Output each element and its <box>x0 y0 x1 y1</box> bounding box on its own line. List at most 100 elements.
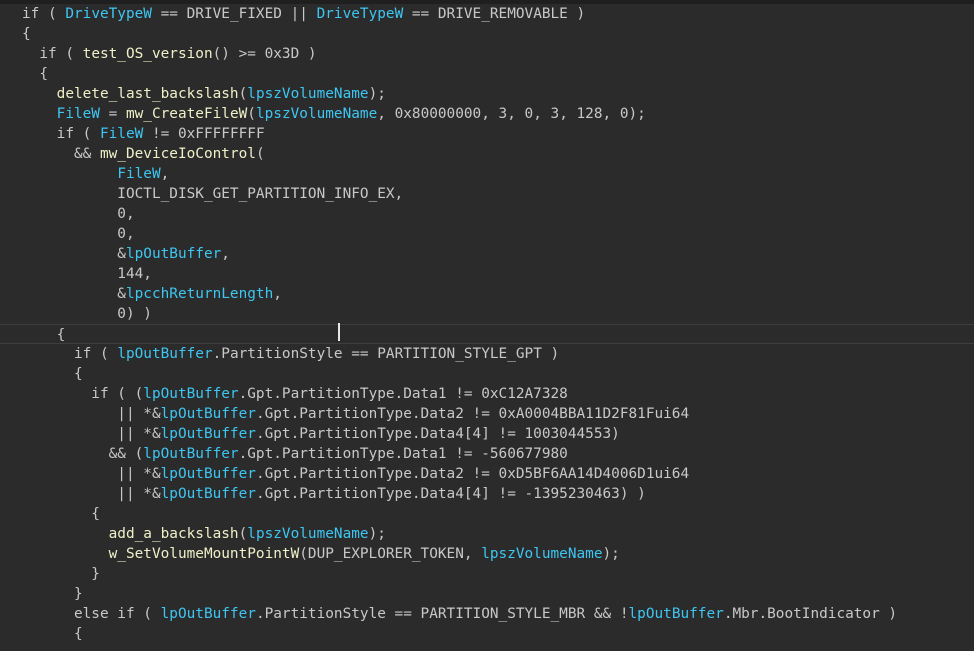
code-text: 144, <box>22 266 152 282</box>
code-text: 0, <box>22 206 135 222</box>
code-text: ); <box>368 86 386 102</box>
code-text: { <box>22 626 83 642</box>
code-line[interactable]: { <box>0 324 974 344</box>
code-line[interactable]: 0) ) <box>0 304 974 324</box>
code-text: { <box>22 26 31 42</box>
code-text: & <box>22 286 126 302</box>
code-text: || *& <box>22 466 161 482</box>
code-line[interactable]: && mw_DeviceIoControl( <box>0 144 974 164</box>
code-line[interactable]: if ( FileW != 0xFFFFFFFF <box>0 124 974 144</box>
identifier-token: FileW <box>56 106 100 122</box>
code-line[interactable]: if ( test_OS_version() >= 0x3D ) <box>0 44 974 64</box>
identifier-token: lpszVolumeName <box>247 86 369 102</box>
identifier-token: lpszVolumeName <box>481 546 603 562</box>
code-line[interactable]: 144, <box>0 264 974 284</box>
code-line[interactable]: && (lpOutBuffer.Gpt.PartitionType.Data1 … <box>0 444 974 464</box>
code-line[interactable]: &lpcchReturnLength, <box>0 284 974 304</box>
code-line[interactable]: || *&lpOutBuffer.Gpt.PartitionType.Data4… <box>0 424 974 444</box>
code-line[interactable]: 0, <box>0 224 974 244</box>
code-text: = <box>99 106 126 122</box>
code-line[interactable]: FileW = mw_CreateFileW(lpszVolumeName, 0… <box>0 104 974 124</box>
code-line[interactable]: add_a_backslash(lpszVolumeName); <box>0 524 974 544</box>
code-text: .Gpt.PartitionType.Data4[4] != -13952304… <box>255 486 646 502</box>
identifier-token: lpOutBuffer <box>160 406 256 422</box>
identifier-token: FileW <box>117 166 161 182</box>
code-line[interactable]: || *&lpOutBuffer.Gpt.PartitionType.Data4… <box>0 484 974 504</box>
code-text: || *& <box>22 406 161 422</box>
code-text: .Gpt.PartitionType.Data1 != 0xC12A7328 <box>238 386 568 402</box>
function-token: w_SetVolumeMountPointW <box>108 546 300 562</box>
identifier-token: lpOutBuffer <box>160 606 256 622</box>
code-text: && <box>22 146 100 162</box>
code-text: (DUP_EXPLORER_TOKEN, <box>299 546 482 562</box>
identifier-token: lpOutBuffer <box>117 346 213 362</box>
code-line[interactable]: IOCTL_DISK_GET_PARTITION_INFO_EX, <box>0 184 974 204</box>
code-text: .Gpt.PartitionType.Data1 != -560677980 <box>238 446 568 462</box>
code-text: { <box>22 327 66 343</box>
identifier-token: lpszVolumeName <box>255 106 378 122</box>
code-text: ); <box>368 526 386 542</box>
code-line[interactable]: { <box>0 624 974 644</box>
code-line[interactable]: } <box>0 564 974 584</box>
code-line[interactable]: || *&lpOutBuffer.Gpt.PartitionType.Data2… <box>0 464 974 484</box>
code-line[interactable]: || *&lpOutBuffer.Gpt.PartitionType.Data2… <box>0 404 974 424</box>
code-line[interactable]: if ( lpOutBuffer.PartitionStyle == PARTI… <box>0 344 974 364</box>
code-editor[interactable]: if ( DriveTypeW == DRIVE_FIXED || DriveT… <box>0 0 974 651</box>
code-text: .Gpt.PartitionType.Data2 != 0xD5BF6AA14D… <box>255 466 690 482</box>
code-line[interactable]: FileW, <box>0 164 974 184</box>
code-line[interactable]: &lpOutBuffer, <box>0 244 974 264</box>
identifier-token: DriveTypeW <box>65 6 152 22</box>
code-text: ( <box>247 106 256 122</box>
code-line[interactable]: else if ( lpOutBuffer.PartitionStyle == … <box>0 604 974 624</box>
code-text: , <box>273 286 282 302</box>
code-line[interactable]: delete_last_backslash(lpszVolumeName); <box>0 84 974 104</box>
identifier-token: lpOutBuffer <box>160 426 256 442</box>
code-text: if ( <box>22 346 118 362</box>
code-text: () >= 0x3D ) <box>212 46 317 62</box>
code-line[interactable]: { <box>0 364 974 384</box>
code-text: 0, <box>22 226 135 242</box>
code-text: if ( <box>22 46 83 62</box>
identifier-token: lpOutBuffer <box>143 386 239 402</box>
code-text: ( <box>238 526 248 542</box>
code-text: .PartitionStyle == PARTITION_STYLE_MBR &… <box>255 606 629 622</box>
code-text: .PartitionStyle == PARTITION_STYLE_GPT ) <box>212 346 560 362</box>
code-text: , 0x80000000, 3, 0, 3, 128, 0); <box>377 106 646 122</box>
code-text: { <box>22 66 48 82</box>
identifier-token: lpOutBuffer <box>628 606 724 622</box>
code-text: || *& <box>22 486 161 502</box>
code-text: ( <box>255 146 265 162</box>
identifier-token: DriveTypeW <box>316 6 404 22</box>
code-text: if ( ( <box>22 386 144 402</box>
identifier-token: lpcchReturnLength <box>125 286 274 302</box>
code-text: { <box>22 506 100 522</box>
code-line[interactable]: if ( (lpOutBuffer.Gpt.PartitionType.Data… <box>0 384 974 404</box>
function-token: add_a_backslash <box>108 526 239 542</box>
code-text: } <box>22 566 100 582</box>
code-text: || *& <box>22 426 161 442</box>
code-text: 0) ) <box>22 306 152 322</box>
code-line[interactable]: { <box>0 64 974 84</box>
code-text: , <box>160 166 170 182</box>
code-line[interactable]: } <box>0 584 974 604</box>
identifier-token: lpszVolumeName <box>247 526 369 542</box>
identifier-token: lpOutBuffer <box>160 466 256 482</box>
code-text: IOCTL_DISK_GET_PARTITION_INFO_EX, <box>22 186 404 202</box>
function-token: test_OS_version <box>82 46 213 62</box>
identifier-token: FileW <box>99 126 144 142</box>
code-line[interactable]: { <box>0 504 974 524</box>
code-line[interactable]: 0, <box>0 204 974 224</box>
code-text: != 0xFFFFFFFF <box>143 126 265 142</box>
function-token: delete_last_backslash <box>56 86 239 102</box>
code-line[interactable]: { <box>0 24 974 44</box>
text-cursor <box>338 323 340 341</box>
identifier-token: lpOutBuffer <box>125 246 222 262</box>
code-line[interactable]: w_SetVolumeMountPointW(DUP_EXPLORER_TOKE… <box>0 544 974 564</box>
code-text: .Mbr.BootIndicator ) <box>723 606 898 622</box>
code-line[interactable]: if ( DriveTypeW == DRIVE_FIXED || DriveT… <box>0 4 974 24</box>
code-text: == DRIVE_REMOVABLE ) <box>403 6 586 22</box>
